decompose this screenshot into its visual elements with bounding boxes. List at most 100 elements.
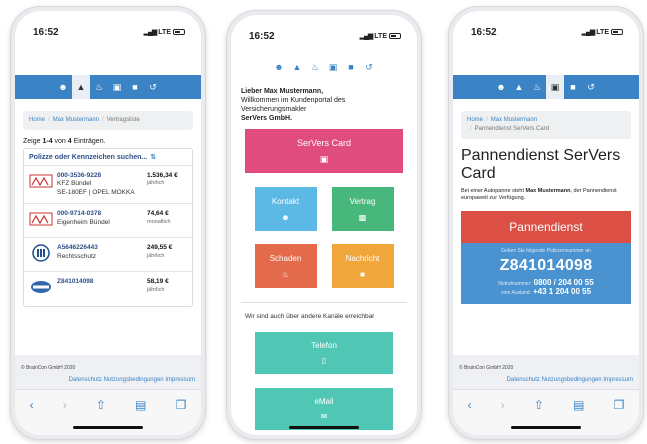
signal-bars-icon: ▂▄▆ <box>359 33 374 40</box>
flame-icon[interactable]: ♨ <box>306 55 324 79</box>
policy-type: KFZ Bündel <box>57 180 92 188</box>
network-type: LTE <box>596 28 609 36</box>
breadcrumb-home[interactable]: Home <box>467 117 483 123</box>
signal-indicator: ▂▄▆ LTE <box>582 28 623 36</box>
policy-search[interactable]: Polizze oder Kennzeichen suchen... ⇅ <box>24 149 192 166</box>
greeting: Lieber Max Mustermann, <box>241 88 324 95</box>
schaden-button[interactable]: Schaden ♨ <box>254 244 317 289</box>
vertrag-button[interactable]: Vertrag ▩ <box>331 187 394 232</box>
policy-amount: 74,64 € <box>147 210 169 218</box>
logout-icon[interactable]: ↺ <box>360 55 378 79</box>
table-row[interactable]: Z841014098 58,19 € jährlich <box>24 272 192 306</box>
pannendienst-card: Pannendienst Geben Sie folgende Polizzen… <box>461 211 631 305</box>
bookmarks-icon[interactable]: ▤ <box>573 398 584 412</box>
envelope-icon: ✉ <box>320 412 328 422</box>
status-bar: 16:52 ▂▄▆ LTE <box>15 11 201 51</box>
battery-icon <box>173 29 185 35</box>
bank-icon[interactable]: ▲ <box>72 75 90 99</box>
policy-period: jährlich <box>147 252 165 259</box>
insurer-logo-icon <box>29 278 53 296</box>
notruf-line: Notrufnummer: 0800 / 204 00 55 <box>498 278 594 288</box>
user-icon[interactable]: ☻ <box>270 55 288 79</box>
battery-icon <box>389 33 401 39</box>
logout-icon[interactable]: ↺ <box>144 75 162 99</box>
search-label: Polizze oder Kennzeichen suchen... <box>29 153 148 161</box>
signal-indicator: ▂▄▆ LTE <box>144 28 185 36</box>
card-icon: ▣ <box>319 153 329 164</box>
bookmarks-icon[interactable]: ▤ <box>135 398 146 412</box>
policy-number[interactable]: 000-9714-0378 <box>57 210 147 218</box>
bank-icon[interactable]: ▲ <box>288 55 306 79</box>
flame-icon[interactable]: ♨ <box>90 75 108 99</box>
share-icon[interactable]: ⇧ <box>534 398 544 412</box>
flame-icon[interactable]: ♨ <box>528 75 546 99</box>
welcome-message: Lieber Max Mustermann, Willkommen im Kun… <box>241 87 407 123</box>
breadcrumb-user[interactable]: Max Mustermann <box>53 117 99 123</box>
card-icon[interactable]: ▣ <box>108 75 126 99</box>
notruf-number[interactable]: 0800 / 204 00 55 <box>534 278 594 287</box>
card-icon[interactable]: ▣ <box>324 55 342 79</box>
telefon-button[interactable]: Telefon ▯ <box>255 332 393 375</box>
policy-number[interactable]: A5646226443 <box>57 244 147 252</box>
footer-links[interactable]: Datenschutz Nutzungsbedingungen Impressu… <box>459 377 633 383</box>
breadcrumb: Home / Max Mustermann / Pannendienst SerVers… <box>461 111 631 139</box>
policy-number[interactable]: Z841014098 <box>57 278 147 286</box>
user-icon[interactable]: ☻ <box>492 75 510 99</box>
forward-icon[interactable]: › <box>501 398 505 412</box>
email-button[interactable]: eMail ✉ <box>255 388 393 431</box>
kontakt-button[interactable]: Kontakt ☻ <box>254 187 317 232</box>
vertrag-label: Vertrag <box>349 196 376 206</box>
policy-number[interactable]: 000-3536-9228 <box>57 172 147 180</box>
phone-icon: ▯ <box>321 356 327 366</box>
policy-number: Z841014098 <box>499 257 593 275</box>
copyright: © BrainCon GmbH 2020 <box>459 365 514 371</box>
ausland-number[interactable]: +43 1 204 00 55 <box>533 287 591 296</box>
logout-icon[interactable]: ↺ <box>582 75 600 99</box>
table-row[interactable]: 000-9714-0378 Eigenheim Bündel 74,64 € mon… <box>24 204 192 239</box>
nachricht-label: Nachricht <box>345 253 380 263</box>
user-icon[interactable]: ☻ <box>54 75 72 99</box>
share-icon[interactable]: ⇧ <box>96 398 106 412</box>
ausland-line: vom Ausland: +43 1 204 00 55 <box>500 287 592 297</box>
policy-type: Rechtsschutz <box>57 252 97 260</box>
policy-type: Eigenheim Bündel <box>57 218 110 226</box>
back-icon[interactable]: ‹ <box>468 398 472 412</box>
pannendienst-header: Pannendienst <box>461 211 631 244</box>
card-icon[interactable]: ▣ <box>546 75 564 99</box>
tabs-icon[interactable]: ❐ <box>176 398 187 412</box>
table-row[interactable]: 000-3536-9228 KFZ Bündel SE-180EF | OPEL M… <box>24 166 192 205</box>
policy-period: monatlich <box>147 218 171 225</box>
telefon-label: Telefon <box>311 341 337 351</box>
footer-links[interactable]: Datenschutz Nutzungsbedingungen Impressu… <box>21 377 195 383</box>
home-indicator <box>73 426 143 429</box>
welcome-text: Willkommen im Kundenportal des Versicher… <box>241 97 346 114</box>
servers-card-label: SerVers Card <box>296 137 352 148</box>
page-title: Pannendienst SerVers Card <box>461 147 621 183</box>
table-row[interactable]: A5646226443 Rechtsschutz 249,55 € jährlich <box>24 238 192 273</box>
chat-icon[interactable]: ■ <box>126 75 144 99</box>
briefcase-icon: ▩ <box>358 212 367 222</box>
servers-card-button[interactable]: SerVers Card ▣ <box>245 129 403 174</box>
signal-bars-icon: ▂▄▆ <box>143 29 158 36</box>
main-nav: ☻ ▲ ♨ ▣ ■ ↺ <box>453 75 639 99</box>
user-icon: ☻ <box>281 212 290 222</box>
chat-icon[interactable]: ■ <box>342 55 360 79</box>
breadcrumb-user[interactable]: Max Mustermann <box>491 117 537 123</box>
breadcrumb: Home / Max Mustermann / Vertragsliste <box>23 111 193 130</box>
bank-icon[interactable]: ▲ <box>510 75 528 99</box>
tabs-icon[interactable]: ❐ <box>614 398 625 412</box>
sort-icon[interactable]: ⇅ <box>150 153 156 161</box>
phone-pannendienst: 16:52 ▂▄▆ LTE ☻ ▲ ♨ ▣ ■ ↺ Home / Max Muster… <box>448 6 644 440</box>
chat-icon[interactable]: ■ <box>564 75 582 99</box>
kontakt-label: Kontakt <box>271 196 300 206</box>
policy-list: Polizze oder Kennzeichen suchen... ⇅ 000-… <box>23 148 193 308</box>
chat-icon: ■ <box>360 269 365 279</box>
breadcrumb-current: Vertragsliste <box>106 117 140 123</box>
breadcrumb-home[interactable]: Home <box>29 117 45 123</box>
back-icon[interactable]: ‹ <box>30 398 34 412</box>
email-label: eMail <box>314 397 334 407</box>
signal-indicator: ▂▄▆ LTE <box>360 32 401 40</box>
forward-icon[interactable]: › <box>63 398 67 412</box>
nachricht-button[interactable]: Nachricht ■ <box>331 244 394 289</box>
policy-amount: 58,19 € <box>147 278 169 286</box>
